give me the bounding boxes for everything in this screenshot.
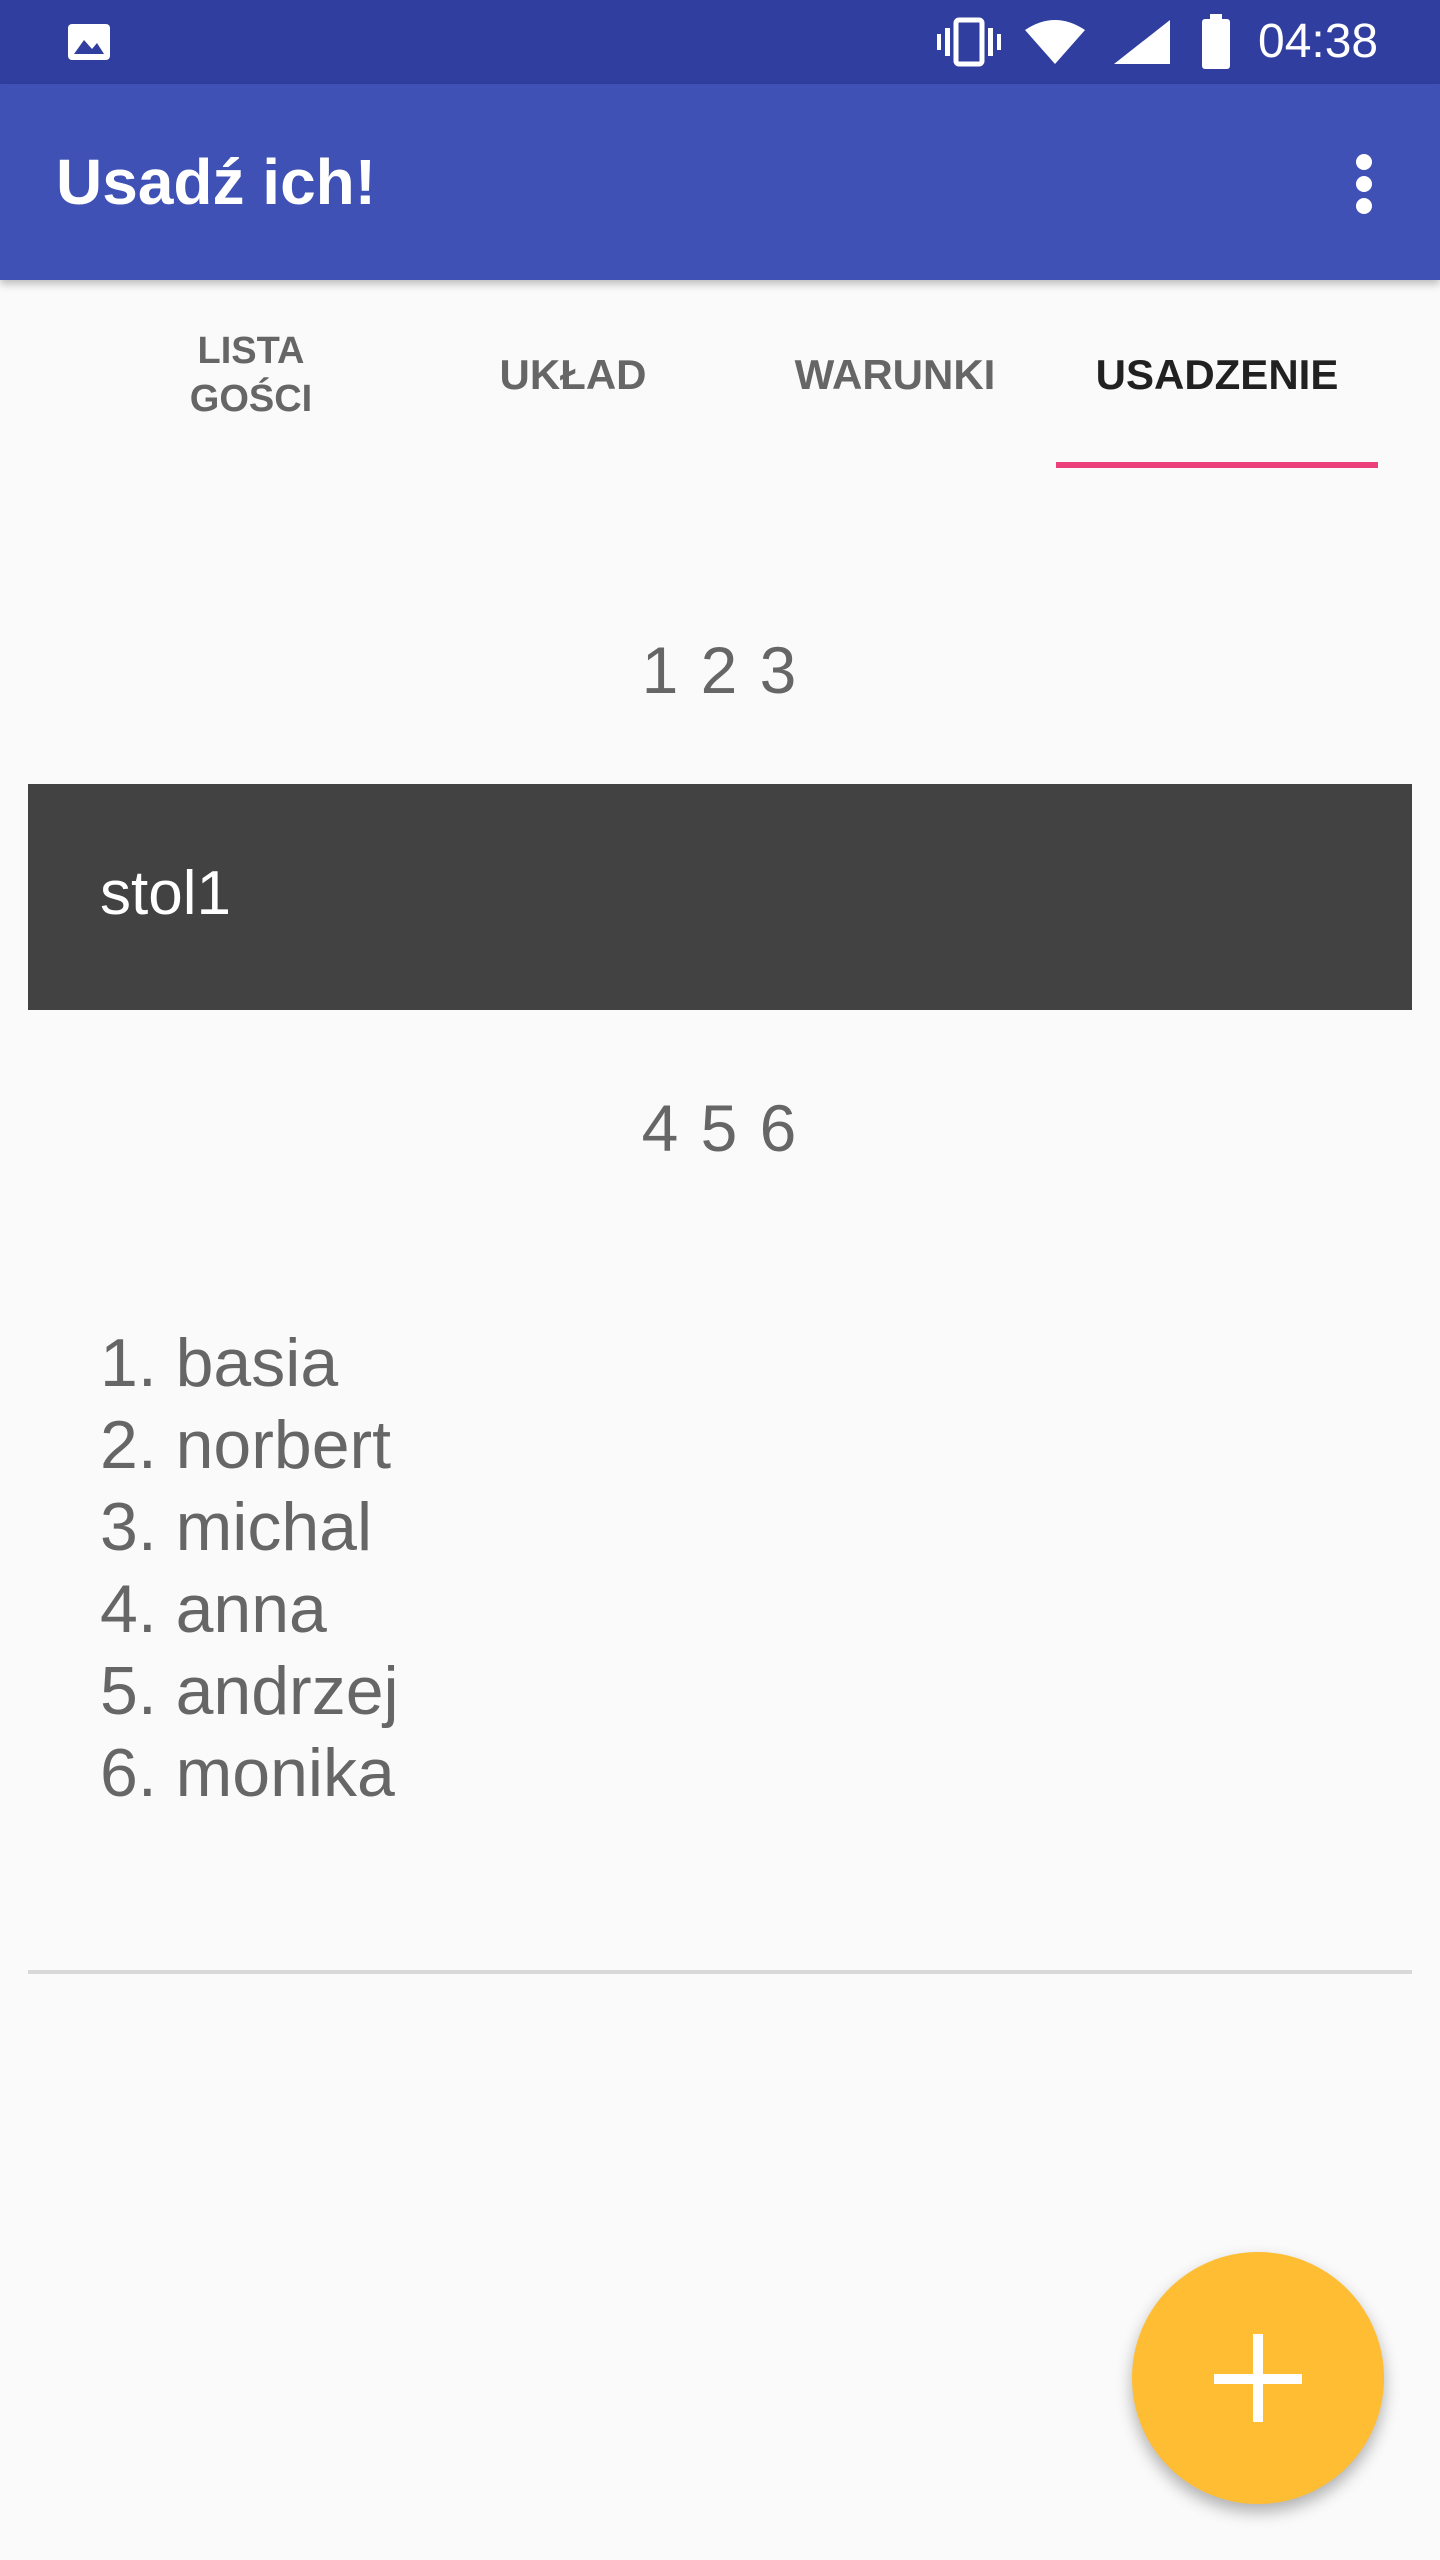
tab-warunki[interactable]: WARUNKI [730,280,1060,470]
guest-list-item: 3. michal [100,1489,373,1565]
guest-list-item: 1. basia [100,1325,339,1401]
tab-bar: LISTA GOŚCI UKŁAD WARUNKI USADZENIE [0,280,1440,470]
app-bar: Usadź ich! [0,84,1440,280]
app-title: Usadź ich! [56,146,377,218]
guest-list-item: 2. norbert [100,1407,392,1483]
wifi-icon [1025,20,1085,64]
signal-icon [1114,20,1170,64]
top-seat-numbers: 1 2 3 [641,633,799,707]
guest-list-item: 6. monika [100,1735,395,1811]
bottom-seat-numbers: 4 5 6 [641,1091,799,1165]
table-card[interactable]: stol1 [28,784,1412,1010]
tab-lista-gosci[interactable]: LISTA GOŚCI [56,280,446,470]
tab-usadzenie[interactable]: USADZENIE [1056,280,1378,470]
status-time: 04:38 [1258,15,1379,68]
divider [28,1970,1412,1974]
guest-list-item: 5. andrzej [100,1653,399,1729]
battery-icon [1202,14,1230,69]
guest-list-item: 4. anna [100,1571,327,1647]
more-options-button[interactable] [1336,148,1392,220]
tab-uklad[interactable]: UKŁAD [410,280,736,470]
add-fab-button[interactable] [1132,2252,1384,2504]
guest-list: 1. basia 2. norbert 3. michal 4. anna 5.… [100,1322,399,1814]
status-bar: 04:38 [0,0,1440,84]
table-name: stol1 [100,859,231,928]
tab-indicator [1056,462,1378,468]
gallery-icon [68,24,110,60]
vibrate-icon [937,17,1001,67]
